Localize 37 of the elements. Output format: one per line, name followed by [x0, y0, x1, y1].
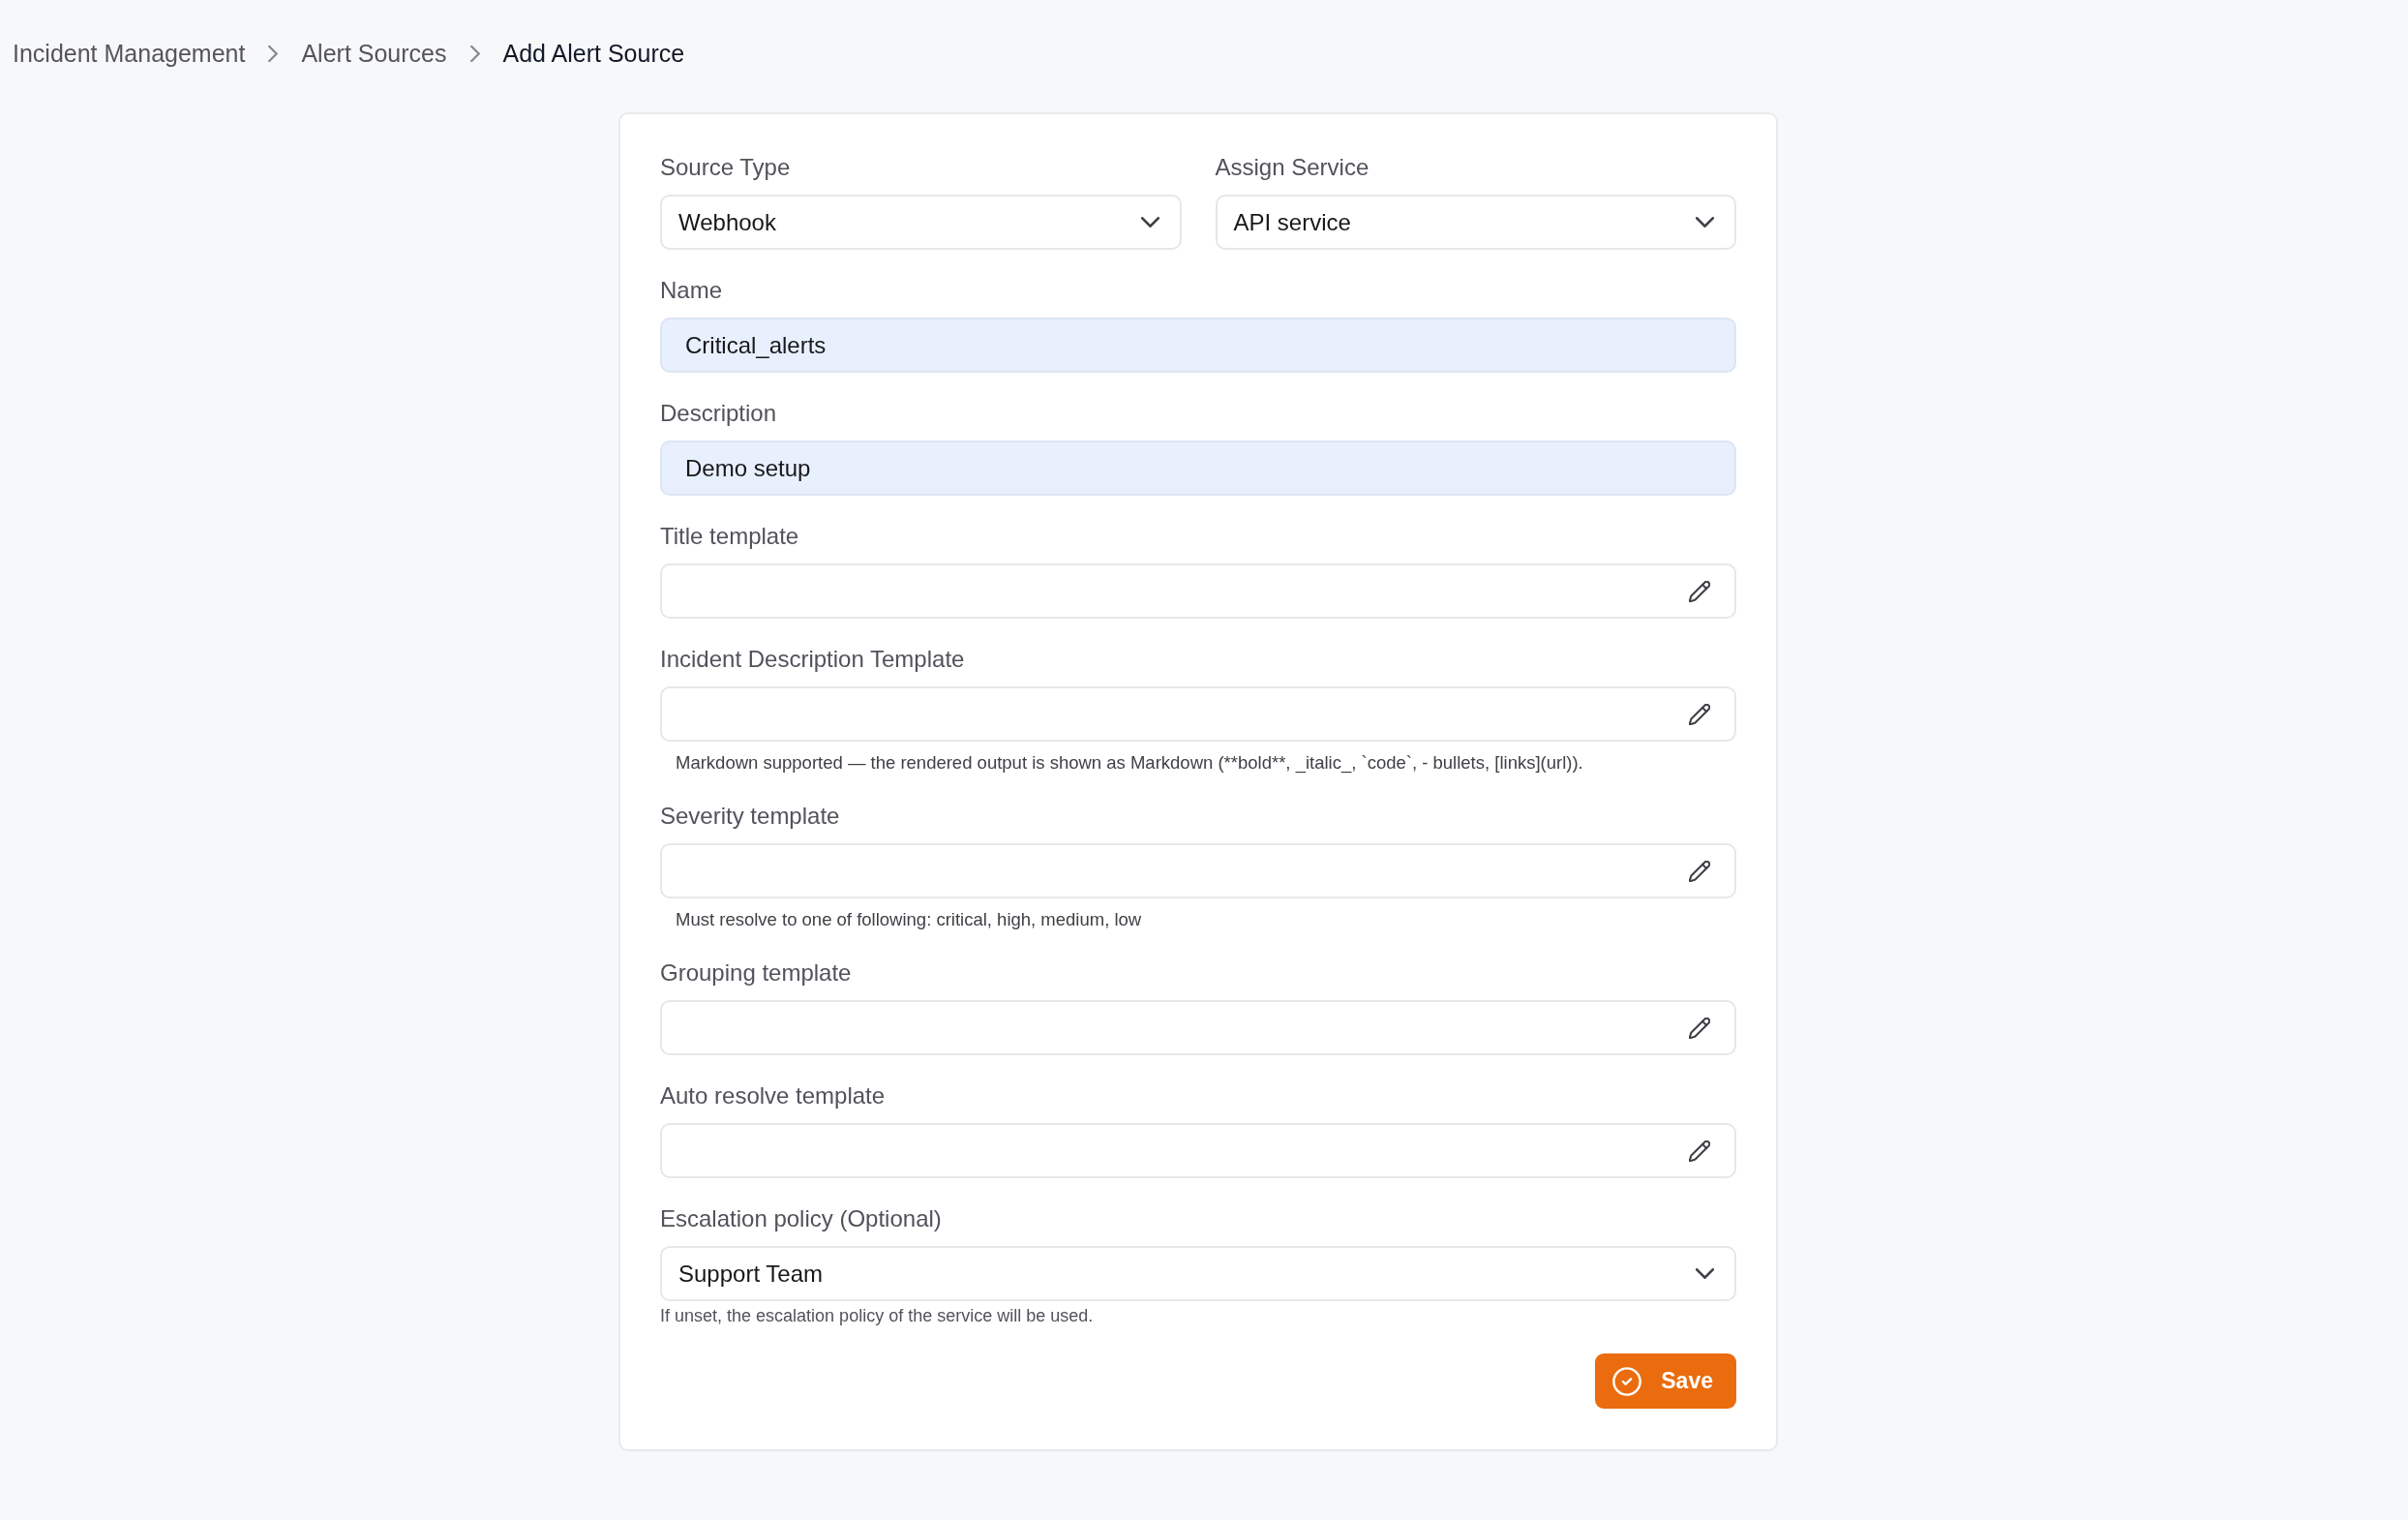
template-input[interactable]	[660, 843, 1736, 898]
field-label: Incident Description Template	[660, 645, 966, 674]
field-label: Name	[660, 276, 724, 305]
field-label: Assign Service	[1215, 153, 1370, 182]
pencil-icon[interactable]	[1689, 1140, 1710, 1162]
chevron-right-icon	[469, 45, 480, 62]
field-label: Severity template	[660, 802, 841, 831]
chevron-right-icon	[268, 45, 279, 62]
check-circle-icon	[1612, 1366, 1642, 1396]
field-label: Description	[660, 399, 778, 428]
field-label: Source Type	[660, 153, 792, 182]
pencil-icon[interactable]	[1689, 703, 1710, 725]
field-hint: Markdown supported — the rendered output is shown as Markdown (**bold**, _italic_, `code`, - bullets, [links](url)).	[675, 751, 1584, 775]
text-field[interactable]: Critical_alerts	[660, 318, 1736, 373]
field-label: Grouping template	[660, 958, 853, 988]
dropdown[interactable]: Webhook	[660, 195, 1182, 250]
breadcrumb-link[interactable]: Incident Management	[13, 37, 246, 70]
template-input[interactable]	[660, 1000, 1736, 1055]
text-field[interactable]: Demo setup	[660, 441, 1736, 496]
breadcrumb-link[interactable]: Alert Sources	[301, 37, 447, 70]
field-label: Escalation policy (Optional)	[660, 1204, 943, 1233]
pencil-icon[interactable]	[1689, 860, 1710, 882]
pencil-icon[interactable]	[1689, 580, 1710, 602]
chevron-down-icon	[1696, 217, 1714, 228]
template-input[interactable]	[660, 1123, 1736, 1178]
field-label: Title template	[660, 522, 800, 551]
chevron-down-icon	[1696, 1268, 1714, 1279]
template-input[interactable]	[660, 563, 1736, 619]
field-label: Auto resolve template	[660, 1081, 887, 1110]
pencil-icon[interactable]	[1689, 1017, 1710, 1039]
template-input[interactable]	[660, 686, 1736, 742]
breadcrumb-current: Add Alert Source	[502, 39, 685, 69]
chevron-down-icon	[1140, 217, 1159, 228]
dropdown[interactable]: Support Team	[660, 1246, 1736, 1301]
field-hint: If unset, the escalation policy of the service will be used.	[660, 1305, 1095, 1327]
field-hint: Must resolve to one of following: critical, high, medium, low	[675, 908, 1143, 931]
dropdown[interactable]: API service	[1215, 195, 1736, 250]
